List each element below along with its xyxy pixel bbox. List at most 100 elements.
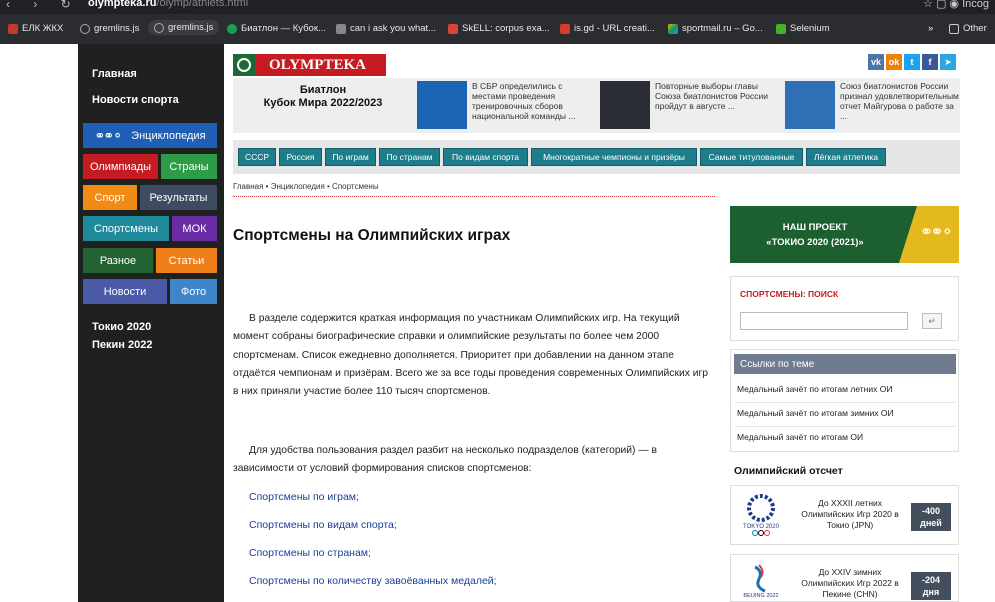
ioc-button[interactable]: МОК	[172, 216, 217, 241]
articles-button[interactable]: Статьи	[156, 248, 217, 273]
bookmark-item[interactable]: Selenium	[776, 23, 830, 34]
search-input[interactable]	[740, 312, 908, 330]
news-item[interactable]: В СБР определились с местами проведения …	[417, 81, 595, 129]
misc-button[interactable]: Разное	[83, 248, 153, 273]
toc-link-by-sports[interactable]: Спортсмены по видам спорта;	[249, 519, 397, 531]
related-link-summer[interactable]: Медальный зачёт по итогам летних ОИ	[737, 384, 892, 394]
divider	[735, 402, 955, 403]
sidebar-link-sport-news[interactable]: Новости спорта	[92, 94, 179, 106]
bookmark-label: sportmail.ru – Go...	[682, 23, 763, 34]
other-bookmarks-folder[interactable]: Other	[949, 23, 987, 34]
news-thumbnail	[600, 81, 650, 129]
sidebar-link-beijing-2022[interactable]: Пекин 2022	[92, 339, 152, 351]
bookmark-item[interactable]: is.gd - URL creati...	[560, 23, 655, 34]
news-button[interactable]: Новости	[83, 279, 167, 304]
banner-line2: «ТОКИО 2020 (2021)»	[766, 237, 864, 248]
countdown-description: До XXIV зимних Олимпийских Игр 2022 в Пе…	[801, 567, 899, 599]
bookmark-label: can i ask you what...	[350, 23, 437, 34]
sections-paragraph: Для удобства пользования раздел разбит н…	[233, 442, 715, 479]
toc-link-by-countries[interactable]: Спортсмены по странам;	[249, 547, 371, 559]
photo-button[interactable]: Фото	[170, 279, 217, 304]
category-ussr[interactable]: СССР	[238, 148, 276, 166]
toc-link-by-games[interactable]: Спортсмены по играм;	[249, 491, 359, 503]
countdown-item[interactable]: BEIJING 2022 До XXIV зимних Олимпийских …	[730, 554, 959, 602]
olympic-rings-icon: ⚭⚭⚬	[94, 127, 123, 143]
sport-button[interactable]: Спорт	[83, 185, 137, 210]
encyclopedia-button[interactable]: ⚭⚭⚬ Энциклопедия	[83, 123, 217, 148]
svg-text:BEIJING 2022: BEIJING 2022	[743, 593, 778, 599]
category-multiple-champions[interactable]: Многократные чемпионы и призёры	[531, 148, 697, 166]
profile-label: Incog	[962, 0, 989, 10]
bookmark-item[interactable]: Биатлон — Кубок...	[227, 23, 326, 34]
category-by-games[interactable]: По играм	[325, 148, 376, 166]
category-by-sports[interactable]: По видам спорта	[443, 148, 528, 166]
folder-icon	[949, 23, 959, 34]
breadcrumb-encyclopedia[interactable]: Энциклопедия	[271, 182, 325, 191]
site-logo[interactable]: OLYMPTEKA	[233, 54, 386, 76]
bookmark-label: SkELL: corpus exa...	[462, 23, 550, 34]
svg-text:TOKYO 2020: TOKYO 2020	[743, 524, 780, 530]
sections-text: Для удобства пользования раздел разбит н…	[233, 445, 657, 475]
bookmark-item[interactable]: sportmail.ru – Go...	[668, 23, 763, 34]
profile-indicator[interactable]: ☆ ▢ ◉ Incog	[923, 0, 989, 10]
bookmark-item[interactable]: SkELL: corpus exa...	[448, 23, 550, 34]
related-links-box: Ссылки по теме Медальный зачёт по итогам…	[730, 349, 959, 452]
page-title: Спортсмены на Олимпийских играх	[233, 227, 511, 244]
breadcrumb: Главная • Энциклопедия • Спортсмены	[233, 182, 379, 191]
bookmark-favicon-icon	[8, 23, 18, 34]
countdown-days-value: -400	[921, 506, 940, 516]
encyclopedia-label: Энциклопедия	[131, 129, 206, 142]
tokyo-project-banner[interactable]: ⚭⚭⚬ НАШ ПРОЕКТ «ТОКИО 2020 (2021)»	[730, 206, 959, 263]
news-strip-title-line1: Биатлон	[299, 84, 347, 96]
results-button[interactable]: Результаты	[140, 185, 217, 210]
olympiads-button[interactable]: Олимпиады	[83, 154, 158, 179]
bookmark-label: Биатлон — Кубок...	[241, 23, 326, 34]
breadcrumb-divider	[233, 196, 715, 197]
category-russia[interactable]: Россия	[279, 148, 322, 166]
bookmarks-bar: ЕЛК ЖКХ gremlins.js gremlins.js Биатлон …	[0, 14, 995, 44]
search-submit-button[interactable]: ↵	[922, 313, 942, 329]
biathlon-favicon-icon	[227, 23, 237, 34]
toc-link-by-medals[interactable]: Спортсмены по количеству завоёванных мед…	[249, 575, 497, 587]
beijing-2022-emblem-icon: BEIJING 2022	[741, 561, 781, 601]
sidebar-link-home[interactable]: Главная	[92, 68, 137, 80]
bookmark-label: Selenium	[790, 23, 830, 34]
intro-text: В разделе содержится краткая информация …	[233, 313, 708, 398]
bookmark-item[interactable]: ЕЛК ЖКХ	[8, 23, 63, 34]
bookmark-item[interactable]: gremlins.js	[80, 23, 139, 34]
bookmark-label: gremlins.js	[94, 23, 140, 34]
isgd-favicon-icon	[560, 23, 570, 34]
related-link-all[interactable]: Медальный зачёт по итогам ОИ	[737, 432, 863, 442]
browser-nav-icons[interactable]: ‹ › ↻	[6, 0, 81, 11]
screen: ‹ › ↻ olympteka.ru/olymp/athlets.html ☆ …	[0, 0, 995, 602]
breadcrumb-home[interactable]: Главная	[233, 182, 263, 191]
news-strip-title-line2: Кубок Мира 2022/2023	[263, 97, 383, 109]
bookmark-item[interactable]: can i ask you what...	[336, 23, 436, 34]
selenium-favicon-icon	[776, 23, 786, 34]
right-column: ⚭⚭⚬ НАШ ПРОЕКТ «ТОКИО 2020 (2021)» СПОРТ…	[730, 44, 960, 602]
athletes-button[interactable]: Спортсмены	[83, 216, 169, 241]
news-strip-title[interactable]: Биатлон Кубок Мира 2022/2023	[233, 84, 413, 110]
related-link-winter[interactable]: Медальный зачёт по итогам зимних ОИ	[737, 408, 894, 418]
divider	[735, 426, 955, 427]
countdown-title: Олимпийский отсчет	[734, 465, 843, 477]
banner-text: НАШ ПРОЕКТ «ТОКИО 2020 (2021)»	[730, 220, 900, 250]
logo-emblem-icon	[233, 54, 255, 76]
news-item-text: В СБР определились с местами проведения …	[472, 81, 576, 121]
countries-button[interactable]: Страны	[161, 154, 217, 179]
feather-icon	[336, 23, 346, 34]
countdown-description: До XXXII летних Олимпийских Игр 2020 в Т…	[801, 498, 899, 530]
bookmark-item[interactable]: gremlins.js	[148, 20, 220, 35]
url-domain: olympteka.ru	[88, 0, 157, 9]
sidebar-link-tokyo-2020[interactable]: Токио 2020	[92, 321, 151, 333]
globe-icon	[154, 22, 164, 33]
category-by-countries[interactable]: По странам	[379, 148, 440, 166]
other-bookmarks-label: Other	[963, 23, 987, 34]
countdown-days-badge: -400 дней	[911, 503, 951, 531]
related-links-title: Ссылки по теме	[734, 354, 956, 374]
banner-line1: НАШ ПРОЕКТ	[782, 222, 848, 233]
url-field[interactable]: olympteka.ru/olymp/athlets.html	[88, 0, 248, 9]
bookmarks-overflow-button[interactable]: »	[928, 23, 933, 34]
browser-address-bar: ‹ › ↻ olympteka.ru/olymp/athlets.html ☆ …	[0, 0, 995, 14]
countdown-item[interactable]: TOKYO 2020 До XXXII летних Олимпийских И…	[730, 485, 959, 545]
